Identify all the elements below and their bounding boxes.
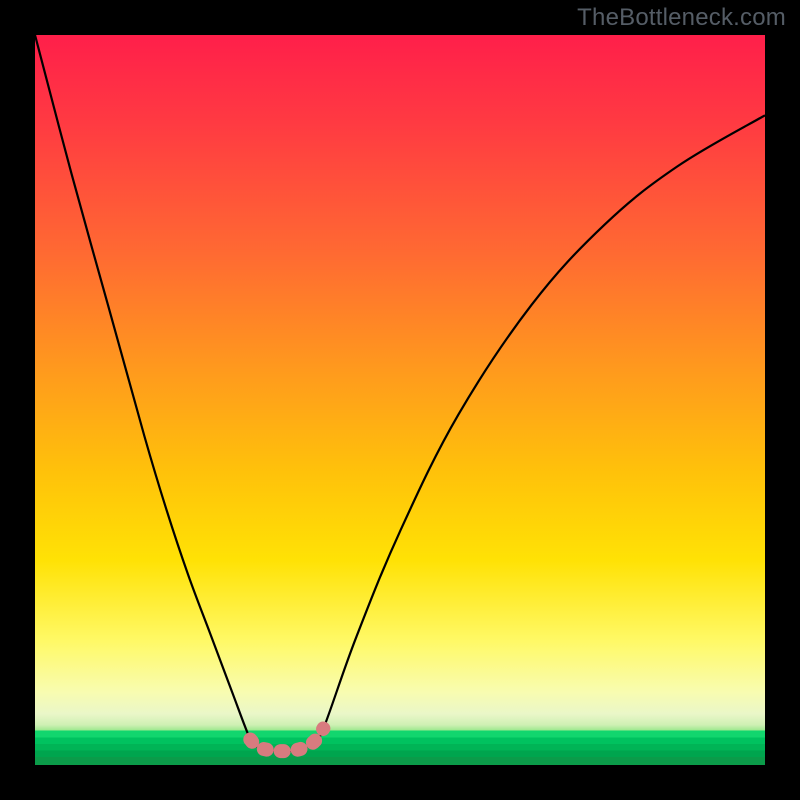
highlight-segment — [250, 729, 323, 752]
attribution-label: TheBottleneck.com — [577, 4, 786, 32]
bottleneck-curve — [35, 35, 765, 751]
chart-svg — [35, 35, 765, 765]
chart-frame: TheBottleneck.com — [0, 0, 800, 800]
